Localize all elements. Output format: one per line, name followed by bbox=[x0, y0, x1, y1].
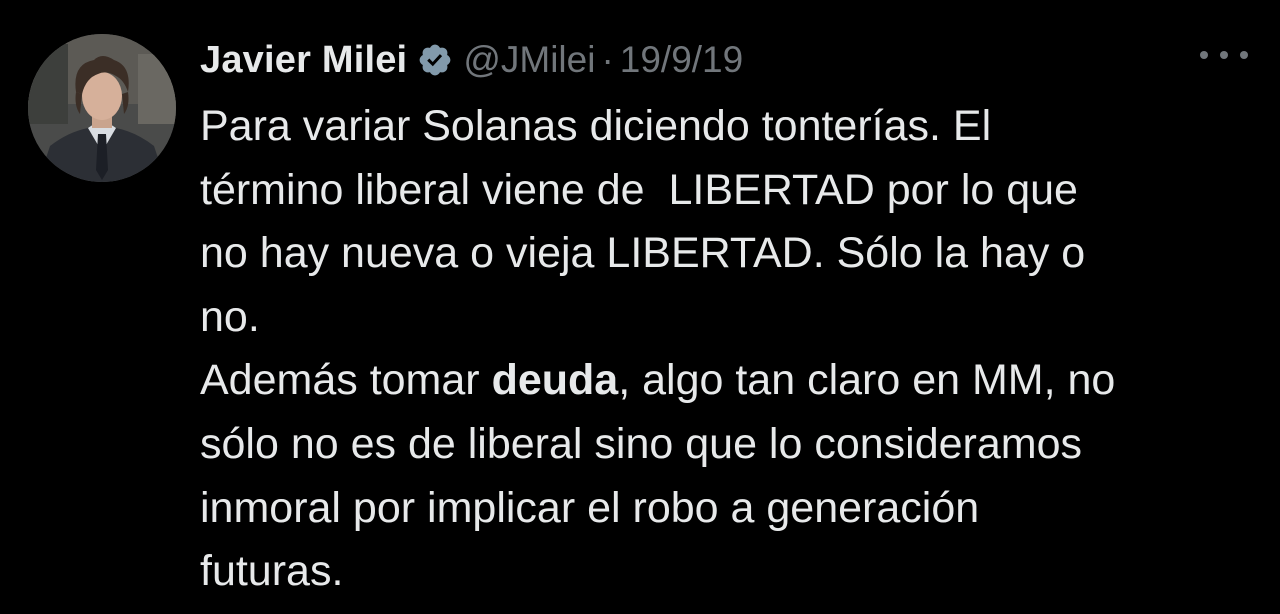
tweet-text-line: sólo no es de liberal sino que lo consid… bbox=[200, 419, 1083, 468]
avatar-photo bbox=[28, 34, 176, 182]
tweet-text-line: Además tomar deuda, algo tan claro en MM… bbox=[200, 349, 1260, 413]
tweet-text-segment: , algo tan claro en MM, no bbox=[618, 356, 1116, 405]
tweet-card: Javier Milei @JMilei · 19/9/19 Para vari… bbox=[0, 0, 1280, 614]
tweet-date[interactable]: 19/9/19 bbox=[620, 39, 743, 81]
verified-badge-icon bbox=[417, 42, 453, 78]
more-horizontal-icon bbox=[1240, 51, 1248, 59]
header-separator: · bbox=[601, 39, 614, 80]
tweet-text-line: inmoral por implicar el robo a generació… bbox=[200, 483, 980, 532]
more-horizontal-icon bbox=[1220, 51, 1228, 59]
more-options-button[interactable] bbox=[1200, 40, 1248, 70]
avatar[interactable] bbox=[28, 34, 176, 182]
tweet-text-line: no. bbox=[200, 292, 260, 341]
tweet-text-segment: Además tomar bbox=[200, 356, 492, 405]
tweet-text-line: término liberal viene de LIBERTAD por lo… bbox=[200, 165, 1078, 214]
author-name[interactable]: Javier Milei bbox=[200, 39, 407, 82]
tweet-text-bold: deuda bbox=[491, 356, 619, 405]
tweet-header: Javier Milei @JMilei · 19/9/19 bbox=[200, 30, 743, 90]
author-handle[interactable]: @JMilei bbox=[463, 39, 595, 81]
tweet-text-line: Para variar Solanas diciendo tonterías. … bbox=[200, 102, 992, 150]
tweet-text-line: futuras. bbox=[200, 547, 344, 596]
more-horizontal-icon bbox=[1200, 51, 1208, 59]
tweet-text: Para variar Solanas diciendo tonterías. … bbox=[200, 95, 1260, 604]
tweet-text-line: no hay nueva o vieja LIBERTAD. Sólo la h… bbox=[200, 229, 1086, 278]
